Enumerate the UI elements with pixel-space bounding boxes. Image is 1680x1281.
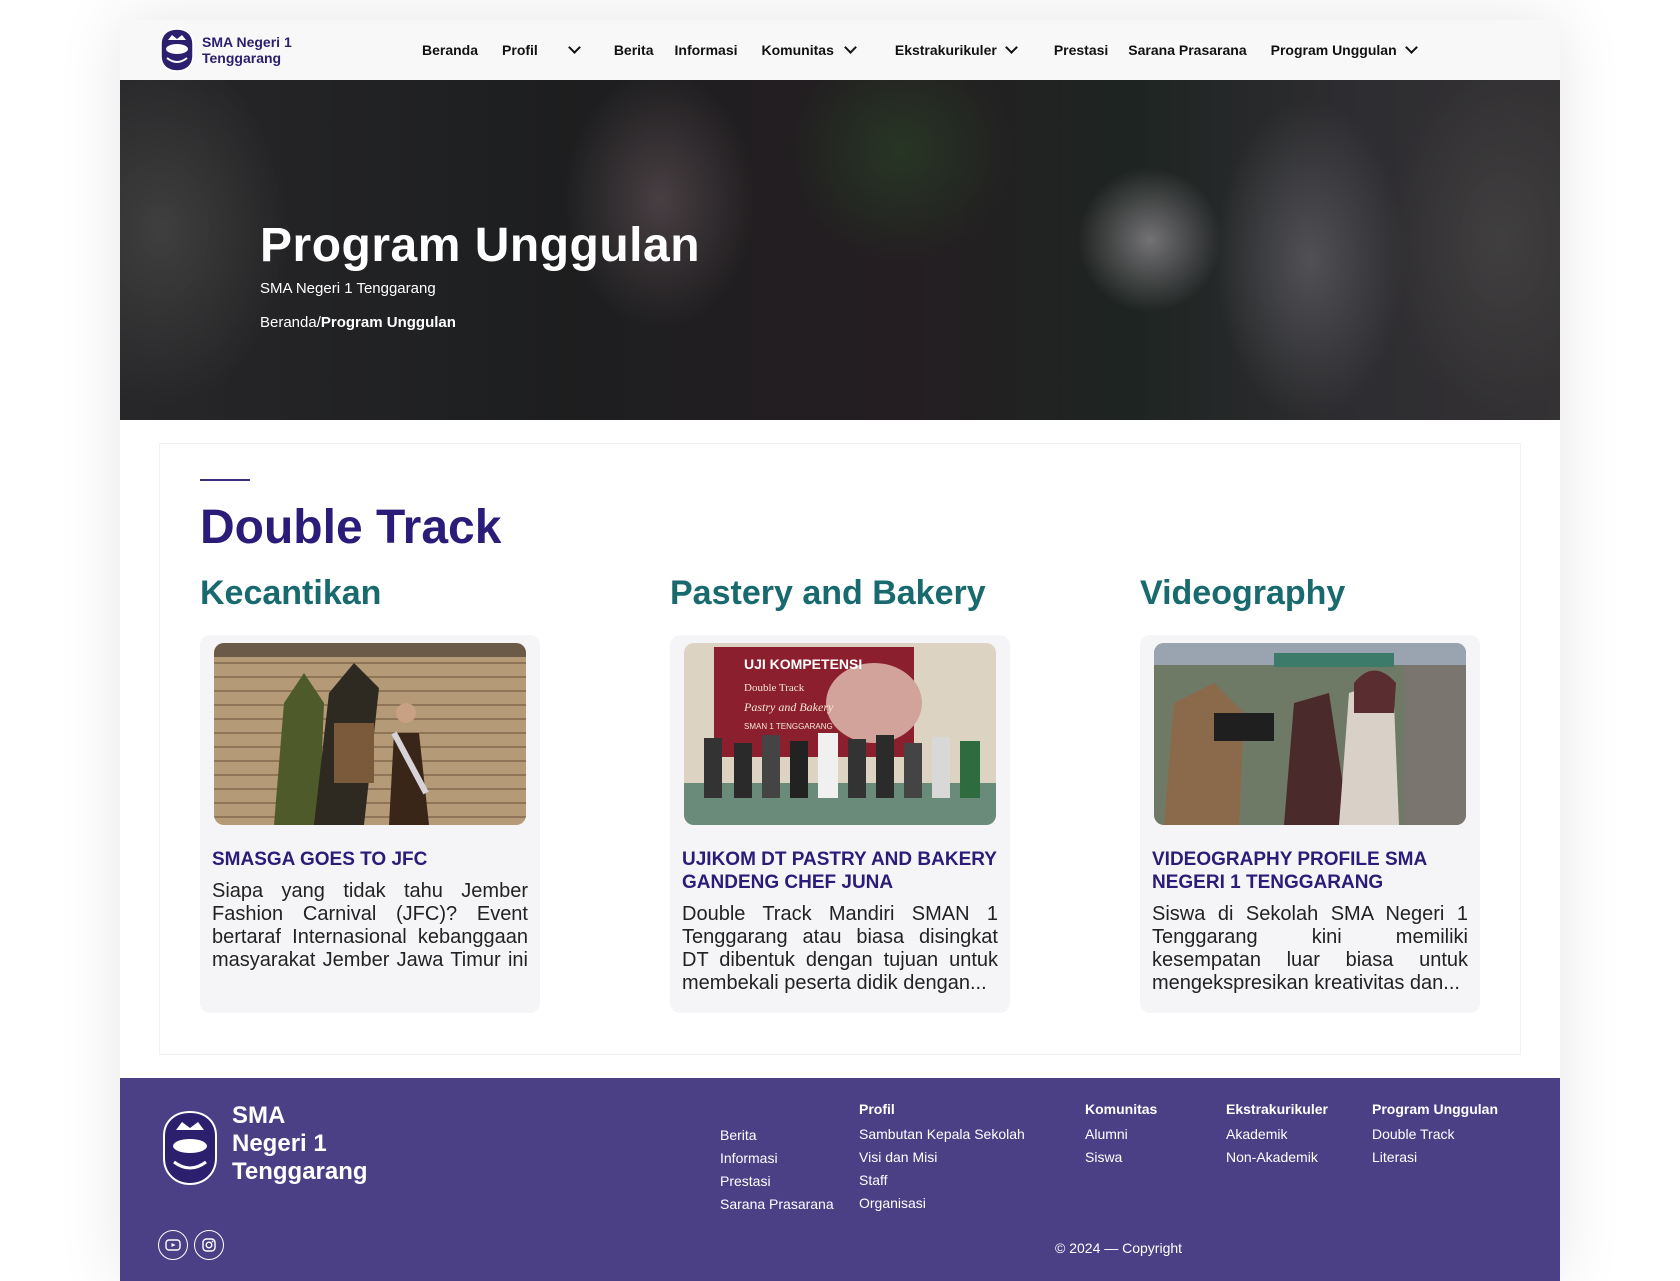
nav-ekstrakurikuler[interactable]: Ekstrakurikuler <box>895 41 1018 58</box>
navbar: SMA Negeri 1 Tenggarang Beranda Profil B… <box>120 20 1560 80</box>
footer-links: Berita Informasi Prestasi Sarana Prasara… <box>720 1124 834 1216</box>
accent-line <box>200 479 250 481</box>
chevron-down-icon <box>567 41 581 54</box>
instagram-icon[interactable] <box>194 1230 224 1260</box>
breadcrumb: Beranda/Program Unggulan <box>260 314 456 331</box>
footer-link-berita[interactable]: Berita <box>720 1124 834 1147</box>
article-title[interactable]: SMASGA GOES TO JFC <box>212 848 532 871</box>
footer-link[interactable]: Double Track <box>1372 1123 1498 1146</box>
nav-informasi[interactable]: Informasi <box>675 42 738 58</box>
article-title[interactable]: UJIKOM DT PASTRY AND BAKERY GANDENG CHEF… <box>682 848 1002 894</box>
footer-heading: Ekstrakurikuler <box>1226 1101 1328 1117</box>
nav-berita[interactable]: Berita <box>614 42 654 58</box>
image-line2-text: Double Track <box>744 682 805 694</box>
page-frame: SMA Negeri 1 Tenggarang Beranda Profil B… <box>120 20 1560 1281</box>
article-excerpt: Double Track Mandiri SMAN 1 Tenggarang a… <box>682 903 998 994</box>
article-excerpt: Siapa yang tidak tahu Jember Fashion Car… <box>212 880 528 971</box>
nav-prestasi[interactable]: Prestasi <box>1054 42 1108 58</box>
column-pastery-bakery: Pastery and Bakery UJI KOMPETENSI Double… <box>670 574 1030 1013</box>
nav-sarana-prasarana[interactable]: Sarana Prasarana <box>1128 42 1246 58</box>
footer-link-prestasi[interactable]: Prestasi <box>720 1170 834 1193</box>
footer-link[interactable]: Visi dan Misi <box>859 1146 1025 1169</box>
footer: SMA Negeri 1 Tenggarang Berita Informasi… <box>120 1078 1560 1281</box>
column-heading: Kecantikan <box>200 574 382 612</box>
footer-link[interactable]: Staff <box>859 1169 1025 1192</box>
footer-link[interactable]: Organisasi <box>859 1192 1025 1215</box>
footer-brand: SMA Negeri 1 Tenggarang <box>232 1102 368 1186</box>
footer-link-sarana-prasarana[interactable]: Sarana Prasarana <box>720 1193 834 1216</box>
column-kecantikan: Kecantikan SMASGA GOES TO JFC Siapa yang… <box>200 574 560 1013</box>
article-card[interactable]: UJI KOMPETENSI Double Track Pastry and B… <box>670 635 1010 1013</box>
article-image: UJI KOMPETENSI Double Track Pastry and B… <box>684 643 996 825</box>
footer-link[interactable]: Alumni <box>1085 1123 1157 1146</box>
nav-profil[interactable]: Profil <box>502 41 581 58</box>
school-logo-icon <box>160 28 194 72</box>
footer-ekstrakurikuler: Ekstrakurikuler Akademik Non-Akademik <box>1226 1098 1328 1169</box>
chevron-down-icon <box>843 41 857 54</box>
nav-menu: Beranda Profil Berita Informasi Komunita… <box>422 20 1418 80</box>
footer-heading: Program Unggulan <box>1372 1101 1499 1117</box>
chevron-down-icon <box>1004 41 1018 54</box>
hero-subtitle: SMA Negeri 1 Tenggarang <box>260 280 436 297</box>
chevron-down-icon <box>1404 41 1418 54</box>
image-line4-text: SMAN 1 TENGGARANG <box>744 722 833 731</box>
brand-line1: SMA Negeri 1 <box>202 34 292 50</box>
footer-heading: Komunitas <box>1085 1101 1158 1117</box>
brand-line2: Tenggarang <box>202 50 282 66</box>
section-title: Double Track <box>200 501 502 554</box>
column-heading: Videography <box>1140 574 1346 612</box>
footer-brand-line2: Negeri 1 <box>232 1130 327 1157</box>
page-title: Program Unggulan <box>260 219 701 272</box>
footer-brand-line3: Tenggarang <box>232 1158 368 1185</box>
article-card[interactable]: SMASGA GOES TO JFC Siapa yang tidak tahu… <box>200 635 540 1013</box>
article-title[interactable]: VIDEOGRAPHY PROFILE SMA NEGERI 1 TENGGAR… <box>1152 848 1472 894</box>
youtube-icon[interactable] <box>158 1230 188 1260</box>
footer-program-unggulan: Program Unggulan Double Track Literasi <box>1372 1098 1498 1169</box>
article-card[interactable]: VIDEOGRAPHY PROFILE SMA NEGERI 1 TENGGAR… <box>1140 635 1480 1013</box>
program-section: Double Track Kecantikan SMASGA GOES TO J… <box>160 444 1520 1054</box>
footer-profil: Profil Sambutan Kepala Sekolah Visi dan … <box>859 1098 1025 1215</box>
nav-beranda[interactable]: Beranda <box>422 42 478 58</box>
image-banner-text: UJI KOMPETENSI <box>744 656 862 672</box>
article-excerpt: Siswa di Sekolah SMA Negeri 1 Tenggarang… <box>1152 903 1468 994</box>
school-logo-icon <box>163 1110 217 1186</box>
nav-komunitas[interactable]: Komunitas <box>762 41 857 58</box>
article-image <box>214 643 526 825</box>
brand[interactable]: SMA Negeri 1 Tenggarang <box>158 26 292 74</box>
footer-komunitas: Komunitas Alumni Siswa <box>1085 1098 1157 1169</box>
footer-link[interactable]: Akademik <box>1226 1123 1328 1146</box>
footer-link-informasi[interactable]: Informasi <box>720 1147 834 1170</box>
footer-link[interactable]: Literasi <box>1372 1146 1498 1169</box>
hero-banner: Program Unggulan SMA Negeri 1 Tenggarang… <box>120 80 1560 420</box>
footer-link[interactable]: Non-Akademik <box>1226 1146 1328 1169</box>
article-image <box>1154 643 1466 825</box>
footer-link[interactable]: Siswa <box>1085 1146 1157 1169</box>
footer-brand-line1: SMA <box>232 1102 286 1129</box>
footer-heading: Profil <box>859 1101 895 1117</box>
column-videography: Videography VIDEOGRAPHY PROFILE SMA NEGE… <box>1140 574 1500 1013</box>
image-line3-text: Pastry and Bakery <box>743 700 834 714</box>
nav-program-unggulan[interactable]: Program Unggulan <box>1271 41 1418 58</box>
copyright: © 2024 — Copyright <box>1055 1240 1183 1256</box>
breadcrumb-current: Program Unggulan <box>320 314 456 331</box>
breadcrumb-home[interactable]: Beranda/ <box>260 314 321 331</box>
column-heading: Pastery and Bakery <box>670 574 986 612</box>
footer-link[interactable]: Sambutan Kepala Sekolah <box>859 1123 1025 1146</box>
